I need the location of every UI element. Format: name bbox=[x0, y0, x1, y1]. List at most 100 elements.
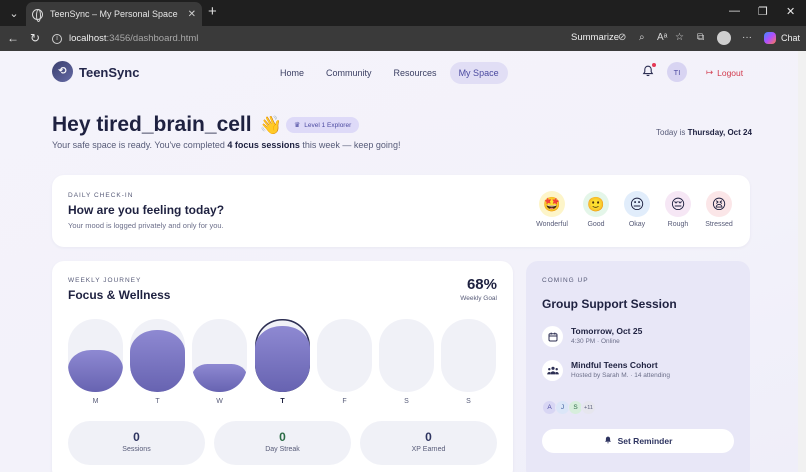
day-progress-pill[interactable] bbox=[130, 319, 185, 392]
stat-value: 0 bbox=[133, 430, 140, 444]
stat-day-streak: 0 Day Streak bbox=[214, 421, 351, 465]
tired-face-icon: 😫 bbox=[706, 191, 732, 217]
mood-okay[interactable]: 😐 Okay bbox=[619, 191, 655, 228]
nav-my-space[interactable]: My Space bbox=[449, 62, 508, 84]
favorite-star-icon[interactable]: ☆ bbox=[675, 32, 684, 43]
stat-sessions: 0 Sessions bbox=[68, 421, 205, 465]
weekly-goal-percent: 68% bbox=[466, 276, 497, 293]
pensive-face-icon: 😔 bbox=[665, 191, 691, 217]
nav-resources[interactable]: Resources bbox=[385, 62, 446, 84]
day-progress-fill bbox=[192, 364, 247, 392]
mood-wonderful[interactable]: 🤩 Wonderful bbox=[534, 191, 570, 228]
daily-checkin-card: DAILY CHECK-IN How are you feeling today… bbox=[52, 175, 750, 247]
logo-text[interactable]: TeenSync bbox=[79, 65, 139, 80]
minimize-icon[interactable]: — bbox=[729, 5, 740, 17]
day-label: W bbox=[216, 398, 223, 405]
attendee-avatars: A J S +11 bbox=[542, 400, 596, 415]
tab-title: TeenSync – My Personal Space bbox=[50, 9, 178, 19]
set-reminder-label: Set Reminder bbox=[617, 436, 673, 446]
neutral-face-icon: 😐 bbox=[624, 191, 650, 217]
url-host: localhost bbox=[69, 33, 107, 44]
weekly-goal-label: Weekly Goal bbox=[460, 295, 497, 302]
day-progress-fill bbox=[130, 329, 185, 392]
day-progress-fill bbox=[68, 349, 123, 392]
day-label: S bbox=[466, 398, 471, 405]
url-field[interactable]: i localhost:3456/dashboard.html bbox=[52, 30, 558, 47]
level-badge-label: Level 1 Explorer bbox=[304, 121, 352, 129]
day-progress-pill[interactable] bbox=[68, 319, 123, 392]
day-progress-pill[interactable] bbox=[317, 319, 372, 392]
focus-sessions-count: 4 focus sessions bbox=[227, 140, 300, 150]
user-avatar[interactable]: TI bbox=[667, 62, 687, 82]
close-tab-icon[interactable]: ✕ bbox=[188, 9, 196, 20]
tab-actions-chevron-icon[interactable]: ⌄ bbox=[5, 5, 23, 21]
day-label: M bbox=[92, 398, 99, 405]
coming-up-eyebrow: COMING UP bbox=[542, 277, 589, 284]
session-title: Group Support Session bbox=[542, 297, 677, 311]
mood-good[interactable]: 🙂 Good bbox=[578, 191, 614, 228]
copilot-icon bbox=[764, 32, 776, 44]
mood-stressed[interactable]: 😫 Stressed bbox=[701, 191, 737, 228]
stat-xp-earned: 0 XP Earned bbox=[360, 421, 497, 465]
day-progress-pill[interactable] bbox=[379, 319, 434, 392]
event-date: Tomorrow, Oct 25 bbox=[571, 326, 643, 336]
coming-up-card: COMING UP Group Support Session Tomorrow… bbox=[526, 261, 750, 472]
mood-rough[interactable]: 😔 Rough bbox=[660, 191, 696, 228]
read-aloud-icon[interactable]: Aᵃ bbox=[657, 32, 667, 43]
nav-community[interactable]: Community bbox=[317, 62, 381, 84]
logout-icon: ↦ bbox=[706, 67, 714, 77]
profile-avatar-icon[interactable] bbox=[717, 31, 731, 45]
window-close-icon[interactable]: ✕ bbox=[786, 5, 795, 18]
site-info-icon[interactable]: i bbox=[52, 33, 62, 44]
day-progress-pill-today[interactable] bbox=[255, 319, 310, 392]
checkin-note: Your mood is logged privately and only f… bbox=[68, 221, 224, 230]
stat-label: Sessions bbox=[122, 446, 151, 453]
mood-label: Wonderful bbox=[536, 221, 568, 228]
nav-home[interactable]: Home bbox=[271, 62, 313, 84]
browser-tab[interactable]: TeenSync – My Personal Space ✕ bbox=[26, 2, 202, 26]
notification-dot bbox=[652, 63, 656, 67]
zoom-icon[interactable]: ⌕ bbox=[639, 32, 645, 43]
stat-label: XP Earned bbox=[411, 446, 446, 453]
mood-label: Rough bbox=[667, 221, 689, 228]
greeting-title: Hey tired_brain_cell bbox=[52, 113, 252, 136]
refresh-icon[interactable]: ↻ bbox=[30, 31, 40, 45]
checkin-question: How are you feeling today? bbox=[68, 203, 225, 217]
browser-tab-strip: ⌄ TeenSync – My Personal Space ✕ + — ❐ ✕ bbox=[0, 0, 806, 26]
url-path: :3456/dashboard.html bbox=[106, 33, 199, 44]
globe-icon bbox=[32, 8, 43, 22]
day-progress-pill[interactable] bbox=[192, 319, 247, 392]
day-label: T bbox=[155, 398, 160, 405]
more-menu-icon[interactable]: ··· bbox=[742, 32, 752, 43]
subtitle-prefix: Your safe space is ready. You've complet… bbox=[52, 140, 228, 150]
journey-eyebrow: WEEKLY JOURNEY bbox=[68, 277, 142, 284]
set-reminder-button[interactable]: Set Reminder bbox=[542, 429, 734, 453]
day-progress-pill[interactable] bbox=[441, 319, 496, 392]
main-nav: Home Community Resources My Space bbox=[271, 62, 508, 84]
cohort-name: Mindful Teens Cohort bbox=[571, 360, 658, 370]
page-scrollbar[interactable] bbox=[798, 51, 806, 472]
day-label: S bbox=[404, 398, 409, 405]
level-badge: ♛ Level 1 Explorer bbox=[286, 117, 360, 133]
greeting-heading: Hey tired_brain_cell 👋 bbox=[52, 113, 282, 137]
summarize-button[interactable]: Summarize bbox=[571, 32, 619, 43]
dashboard: ⟲ TeenSync Home Community Resources My S… bbox=[0, 51, 798, 472]
waving-hand-icon: 👋 bbox=[259, 114, 283, 135]
restore-icon[interactable]: ❐ bbox=[758, 5, 768, 18]
mood-label: Good bbox=[587, 221, 605, 228]
teensync-logo-icon[interactable]: ⟲ bbox=[52, 61, 73, 82]
day-progress-fill bbox=[255, 326, 310, 392]
today-date: Today is Thursday, Oct 24 bbox=[656, 128, 752, 137]
bell-icon bbox=[604, 436, 612, 446]
checkin-eyebrow: DAILY CHECK-IN bbox=[68, 192, 134, 199]
back-arrow-icon[interactable]: ← bbox=[7, 31, 19, 45]
new-tab-icon[interactable]: + bbox=[208, 4, 217, 20]
address-bar-row: ← ↻ i localhost:3456/dashboard.html Summ… bbox=[0, 26, 806, 51]
chat-label: Chat bbox=[781, 33, 801, 43]
copilot-chat-button[interactable]: Chat bbox=[764, 32, 800, 44]
logout-button[interactable]: ↦ Logout bbox=[706, 67, 743, 78]
greeting-subtitle: Your safe space is ready. You've complet… bbox=[52, 140, 400, 150]
day-label: F bbox=[342, 398, 347, 405]
collections-icon[interactable]: ⧉ bbox=[697, 32, 704, 43]
logout-label: Logout bbox=[717, 67, 744, 78]
